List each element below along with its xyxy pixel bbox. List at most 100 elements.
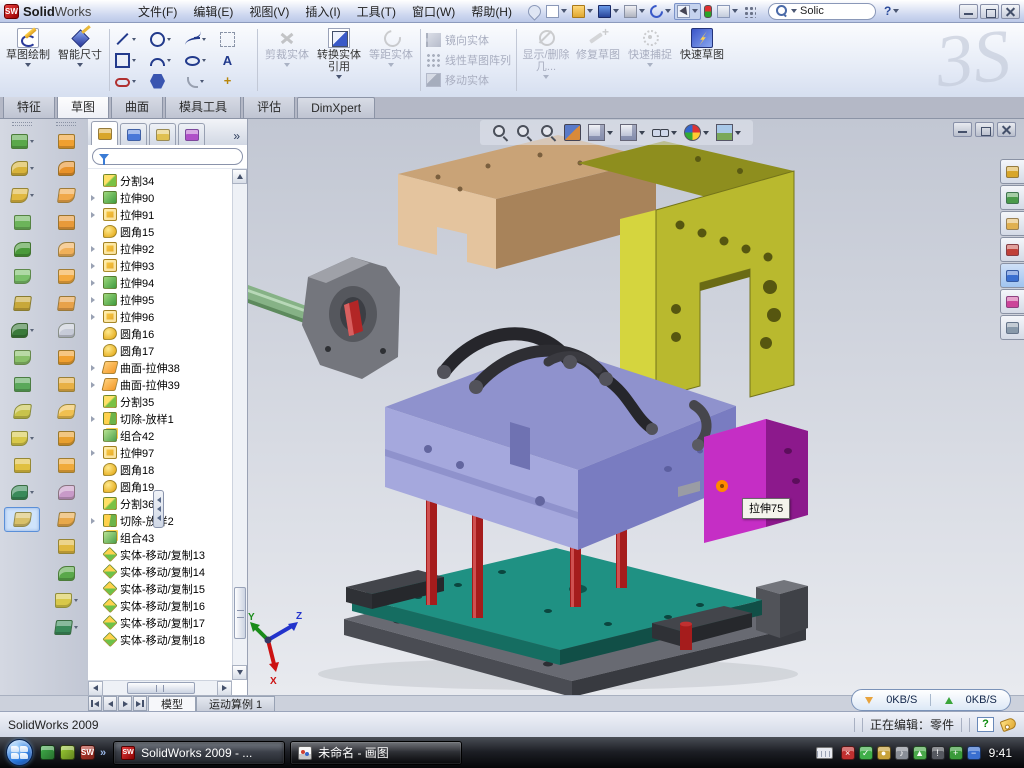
apply-scene-button[interactable]: [716, 124, 741, 141]
close-button[interactable]: [1001, 4, 1020, 19]
document-tab-0[interactable]: 模型: [148, 696, 196, 711]
tab-5[interactable]: DimXpert: [297, 97, 375, 118]
dropdown-caret-icon[interactable]: [132, 59, 136, 62]
search-caret-icon[interactable]: [791, 9, 797, 13]
slot-button[interactable]: [115, 71, 147, 92]
scrollbar-thumb[interactable]: [234, 587, 246, 639]
model-side-step-block[interactable]: [756, 580, 808, 638]
dropdown-caret-icon[interactable]: [639, 131, 645, 135]
propertymanager-tab[interactable]: [120, 123, 147, 145]
polygon-button[interactable]: [150, 71, 182, 92]
update-monitor-icon[interactable]: ●: [877, 746, 891, 760]
feature-tree-item[interactable]: 圆角16: [91, 325, 232, 342]
expand-arrow[interactable]: [91, 261, 100, 270]
expand-arrow[interactable]: [91, 414, 100, 423]
features-split-button[interactable]: [4, 345, 40, 370]
surfaces-revolved-surface-button[interactable]: [48, 156, 84, 181]
ribbon-button-sketch[interactable]: 草图绘制: [2, 25, 54, 67]
surfaces-radiate-surface-button[interactable]: [48, 345, 84, 370]
home-tab-button[interactable]: [1000, 159, 1024, 184]
tab-2[interactable]: 曲面: [111, 94, 163, 118]
select-button[interactable]: [674, 3, 701, 20]
menubar-item-2[interactable]: 视图(V): [241, 0, 297, 23]
doc-close-button[interactable]: [997, 122, 1016, 137]
expand-arrow[interactable]: [91, 516, 100, 525]
dropdown-caret-icon[interactable]: [732, 9, 738, 13]
dropdown-caret-icon[interactable]: [671, 131, 677, 135]
messenger-status-icon[interactable]: −: [967, 746, 981, 760]
feature-tree-item[interactable]: 拉伸96: [91, 308, 232, 325]
circle-button[interactable]: [150, 29, 182, 50]
features-shell-button[interactable]: [4, 237, 40, 262]
surfaces-lofted-surface-button[interactable]: [48, 183, 84, 208]
tags-icon[interactable]: [1000, 717, 1018, 732]
scroll-down-button[interactable]: [232, 665, 247, 680]
taskbar-task-1[interactable]: 未命名 - 画图: [290, 741, 462, 765]
menubar-item-1[interactable]: 编辑(E): [185, 0, 241, 23]
ribbon-button-dimension[interactable]: 智能尺寸: [54, 25, 106, 67]
new-document-button[interactable]: [544, 4, 569, 19]
surfaces-knit-surface-button[interactable]: [48, 426, 84, 451]
surfaces-trim-surface-button[interactable]: [48, 480, 84, 505]
hide-show-items-button[interactable]: [652, 124, 677, 141]
panel-tabs-overflow[interactable]: »: [229, 129, 244, 145]
feature-tree-item[interactable]: 切除-放样1: [91, 410, 232, 427]
feature-tree-item[interactable]: 拉伸93: [91, 257, 232, 274]
section-view-button[interactable]: [564, 124, 581, 141]
open-button[interactable]: [570, 4, 595, 19]
tab-scroll-next-button[interactable]: [118, 696, 132, 711]
flyout-caret-icon[interactable]: [74, 626, 78, 629]
model-3d-view[interactable]: Y Z X: [248, 119, 1024, 695]
features-rib-button[interactable]: [4, 264, 40, 289]
graphics-viewport[interactable]: Y Z X 拉伸75: [248, 119, 1024, 695]
solidworks-quicklaunch-icon[interactable]: SW: [80, 745, 95, 760]
save-button[interactable]: [596, 4, 621, 19]
solidworks-resources-tab-button[interactable]: [1000, 185, 1024, 210]
tree-filter-input[interactable]: [92, 148, 243, 165]
expand-arrow[interactable]: [91, 380, 100, 389]
tab-scroll-last-button[interactable]: [133, 696, 147, 711]
features-instant3d-button[interactable]: [4, 507, 40, 532]
dropdown-caret-icon[interactable]: [202, 38, 206, 41]
feature-tree-item[interactable]: 实体-移动/复制14: [91, 563, 232, 580]
security-shield-icon[interactable]: ✓: [859, 746, 873, 760]
zoom-in-out-button[interactable]: [540, 124, 557, 141]
scrollbar-thumb[interactable]: [127, 682, 195, 694]
feature-tree-item[interactable]: 实体-移动/复制15: [91, 580, 232, 597]
dropdown-caret-icon[interactable]: [202, 59, 206, 62]
search-box[interactable]: [768, 3, 876, 20]
flyout-caret-icon[interactable]: [30, 140, 34, 143]
zoom-area-button[interactable]: [516, 124, 533, 141]
feature-tree-item[interactable]: 圆角15: [91, 223, 232, 240]
ribbon-button-rapid[interactable]: 快速草图: [676, 25, 728, 61]
volume-icon[interactable]: ♪: [895, 746, 909, 760]
feature-tree-item[interactable]: 实体-移动/复制17: [91, 614, 232, 631]
print-button[interactable]: [622, 4, 647, 19]
menubar-item-6[interactable]: 帮助(H): [463, 0, 520, 23]
feature-tree-item[interactable]: 实体-移动/复制16: [91, 597, 232, 614]
sync-icon[interactable]: ▲: [913, 746, 927, 760]
keyboard-layout-icon[interactable]: [816, 747, 833, 759]
restore-button[interactable]: [980, 4, 999, 19]
dropdown-caret-icon[interactable]: [607, 131, 613, 135]
text-button[interactable]: A: [220, 50, 252, 71]
taskbar-task-0[interactable]: SWSolidWorks 2009 - ...: [113, 741, 285, 765]
features-reference-plane-button[interactable]: [4, 453, 40, 478]
zoom-fit-button[interactable]: [492, 124, 509, 141]
surfaces-thicken-button[interactable]: [48, 399, 84, 424]
menubar-item-0[interactable]: 文件(F): [130, 0, 185, 23]
flyout-caret-icon[interactable]: [30, 491, 34, 494]
expand-arrow[interactable]: [91, 244, 100, 253]
scroll-up-button[interactable]: [232, 169, 247, 184]
start-button[interactable]: [6, 739, 33, 766]
custom-properties-tab-button[interactable]: [1000, 315, 1024, 340]
design-library-tab-button[interactable]: [1000, 211, 1024, 236]
model-bracket-gray[interactable]: [302, 257, 400, 379]
doc-minimize-button[interactable]: [953, 122, 972, 137]
minimize-button[interactable]: [959, 4, 978, 19]
surfaces-replace-face-button[interactable]: [48, 561, 84, 586]
feature-tree-item[interactable]: 拉伸91: [91, 206, 232, 223]
dropdown-caret-icon[interactable]: [665, 9, 671, 13]
scroll-right-button[interactable]: [217, 681, 232, 696]
display-style-button[interactable]: [620, 124, 645, 141]
